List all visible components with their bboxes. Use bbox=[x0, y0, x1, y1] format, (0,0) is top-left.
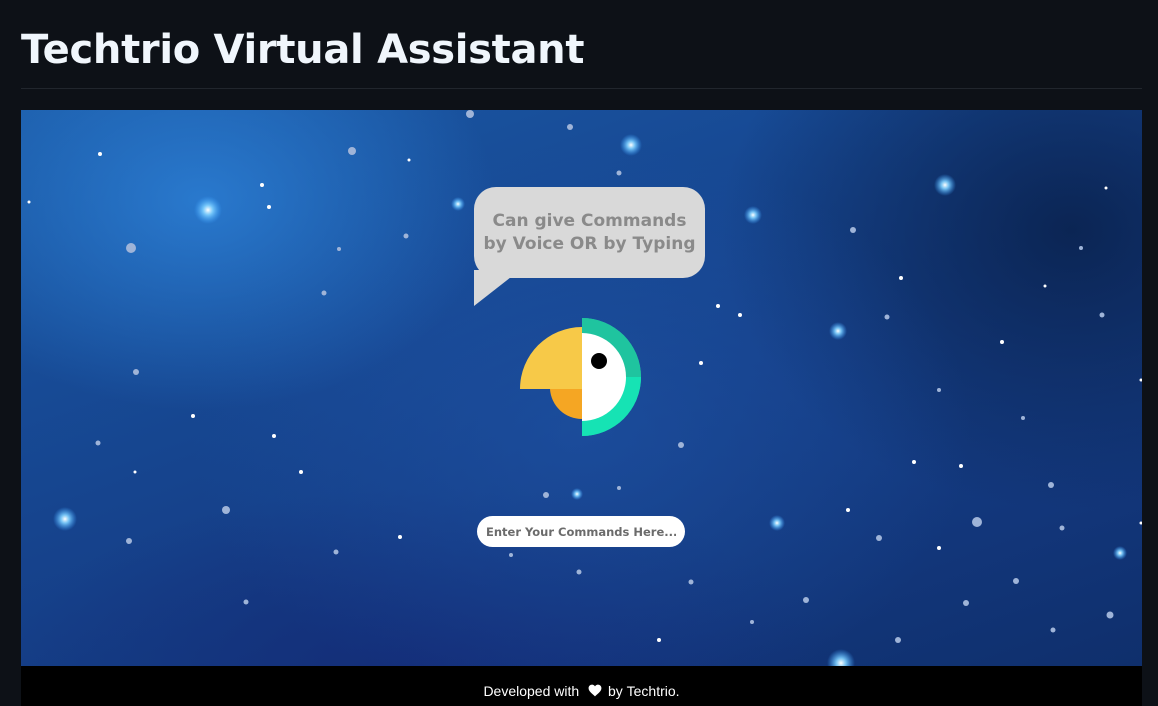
title-divider bbox=[21, 88, 1142, 89]
speech-bubble-line-2: by Voice OR by Typing bbox=[483, 234, 696, 254]
speech-bubble-tail bbox=[474, 270, 520, 306]
heart-icon bbox=[588, 684, 602, 697]
footer-by: by bbox=[607, 683, 623, 699]
speech-bubble: Can give Commands by Voice OR by Typing bbox=[474, 187, 705, 278]
page-title: Techtrio Virtual Assistant bbox=[21, 27, 585, 73]
command-input[interactable] bbox=[477, 516, 685, 547]
space-background: Can give Commands by Voice OR by Typing bbox=[21, 110, 1142, 666]
footer-prefix: Developed with bbox=[483, 683, 580, 699]
assistant-frame: Can give Commands by Voice OR by Typing … bbox=[21, 110, 1142, 706]
footer-brand: Techtrio. bbox=[626, 683, 680, 699]
speech-bubble-line-1: Can give Commands bbox=[492, 211, 687, 231]
footer: Developed with by Techtrio. bbox=[21, 666, 1142, 706]
parrot-icon[interactable] bbox=[518, 300, 663, 460]
